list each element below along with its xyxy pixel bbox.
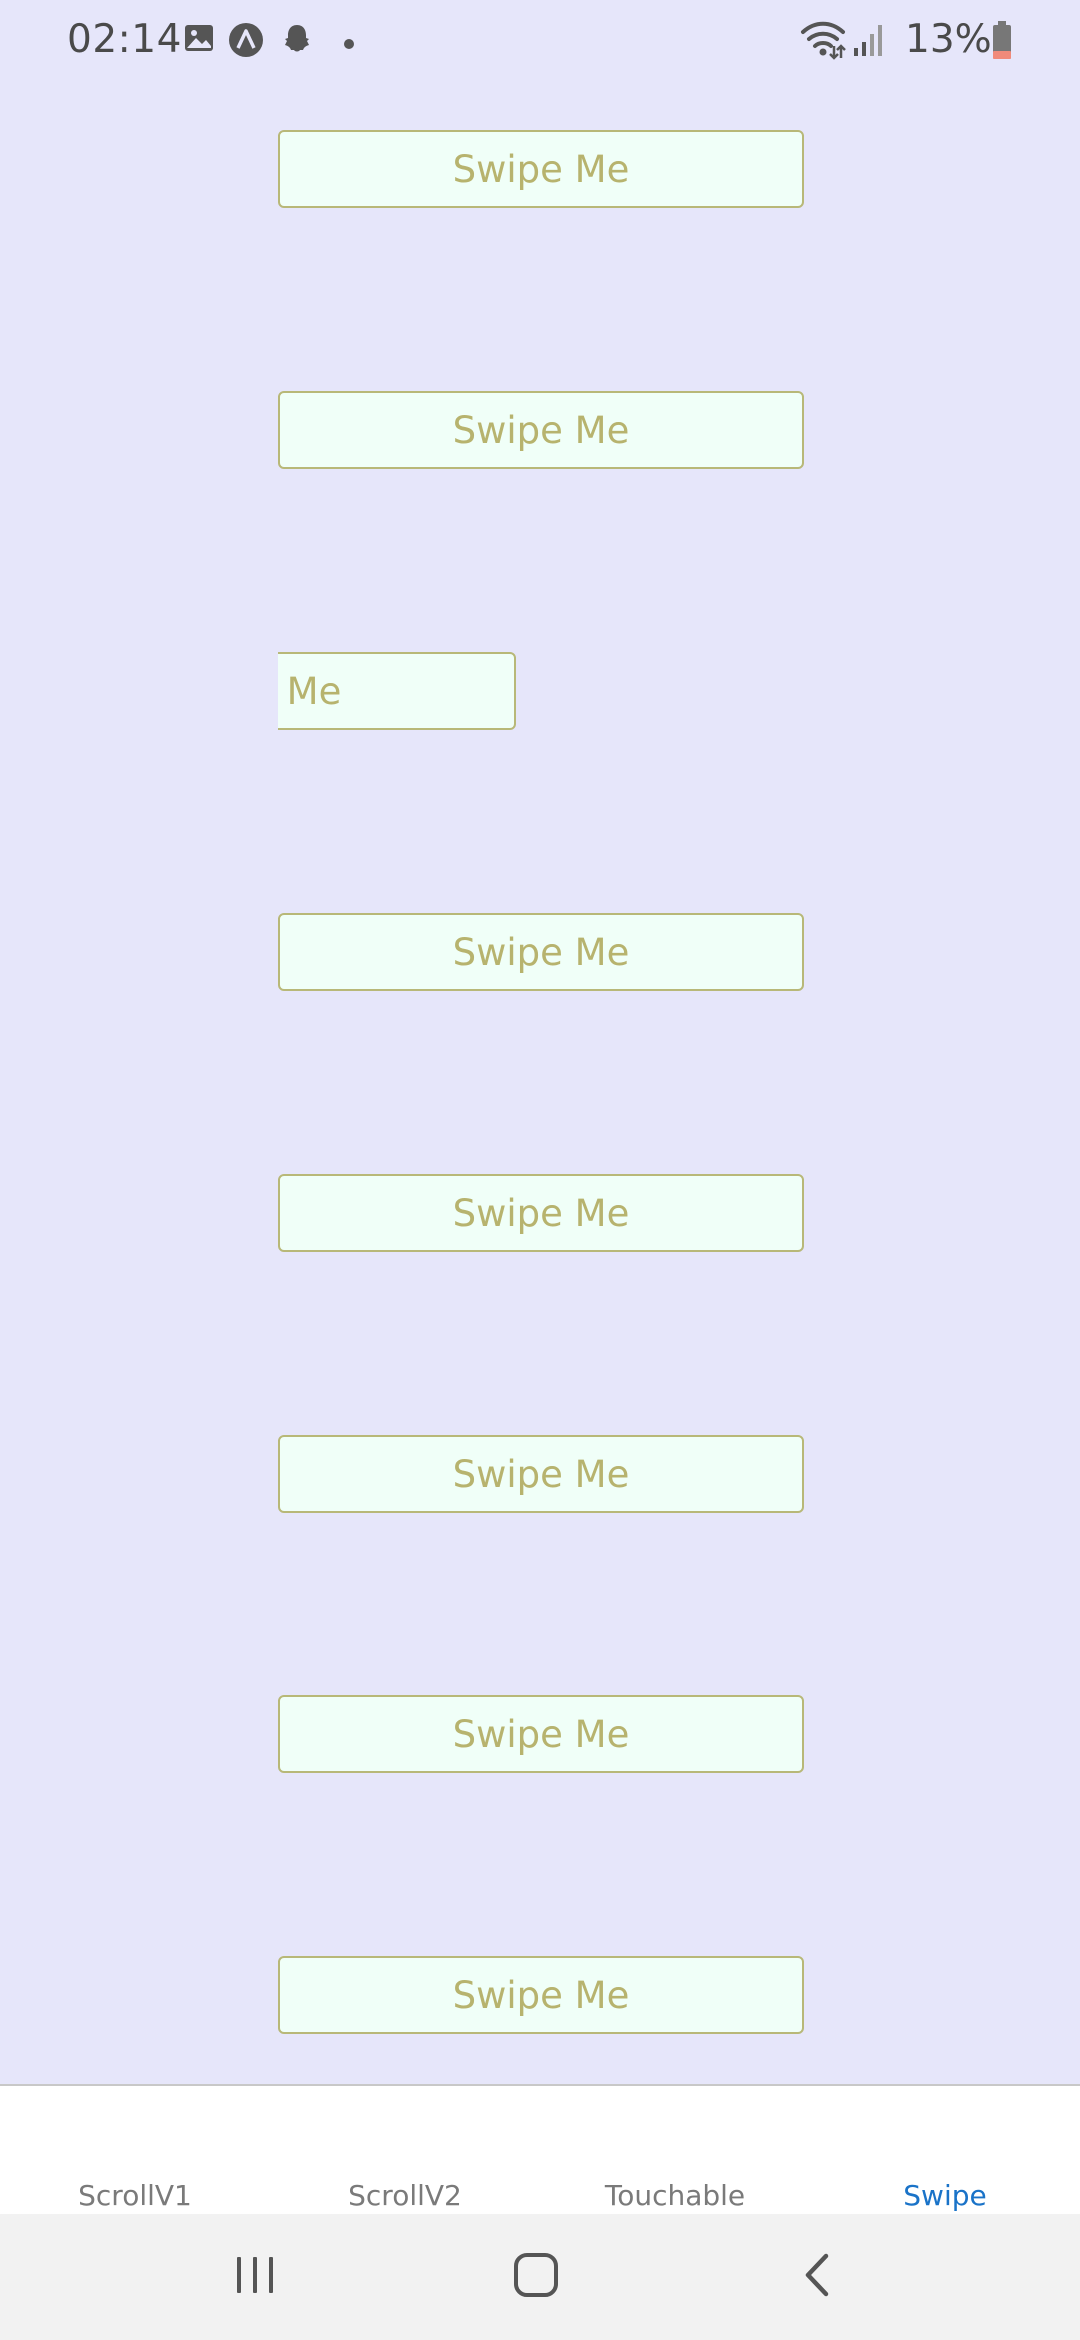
swipe-me-button[interactable]: Swipe Me [278, 391, 804, 469]
status-time: 02:14 [67, 17, 182, 62]
swipe-item: Swipe Me [278, 391, 804, 469]
dot-icon [343, 35, 355, 54]
bottom-tab-bar: ScrollV1 ScrollV2 Touchable Swipe [0, 2084, 1080, 2216]
swipe-me-button[interactable]: Swipe Me [278, 1174, 804, 1252]
tab-scrollv1[interactable]: ScrollV1 [0, 2086, 270, 2216]
signal-icon [852, 22, 886, 62]
back-button[interactable] [747, 2214, 887, 2340]
swipe-item: Swipe Me [278, 1956, 804, 2034]
tab-swipe[interactable]: Swipe [810, 2086, 1080, 2216]
image-icon [183, 22, 215, 58]
tab-scrollv2[interactable]: ScrollV2 [270, 2086, 540, 2216]
battery-icon [992, 20, 1012, 64]
swipe-me-button[interactable]: Swipe Me [278, 1695, 804, 1773]
swipe-item: Swipe Me [278, 1174, 804, 1252]
app-a-icon [228, 22, 264, 62]
swipe-me-button[interactable]: Swipe Me [278, 652, 516, 730]
recents-button[interactable] [185, 2214, 325, 2340]
home-button[interactable] [466, 2214, 606, 2340]
swipe-me-button[interactable]: Swipe Me [278, 1435, 804, 1513]
swipe-me-button[interactable]: Swipe Me [278, 913, 804, 991]
status-bar: 02:14 13% [0, 0, 1080, 82]
recents-icon [233, 2255, 277, 2299]
swipe-item: Swipe Me [278, 1695, 804, 1773]
system-nav-bar [0, 2214, 1080, 2340]
swipe-item: Swipe Me [278, 130, 804, 208]
tab-touchable[interactable]: Touchable [540, 2086, 810, 2216]
swipe-item: Swipe Me [278, 1435, 804, 1513]
home-icon [513, 2252, 559, 2302]
swipe-list[interactable]: Swipe Me Swipe Me Swipe Me Swipe Me Swip… [0, 82, 1080, 2084]
swipe-item: Swipe Me [278, 652, 804, 730]
back-icon [802, 2252, 832, 2302]
wifi-icon [800, 20, 846, 64]
snapchat-icon [279, 22, 315, 62]
battery-percent: 13% [905, 17, 992, 62]
swipe-me-button[interactable]: Swipe Me [278, 130, 804, 208]
swipe-me-button[interactable]: Swipe Me [278, 1956, 804, 2034]
swipe-item: Swipe Me [278, 913, 804, 991]
